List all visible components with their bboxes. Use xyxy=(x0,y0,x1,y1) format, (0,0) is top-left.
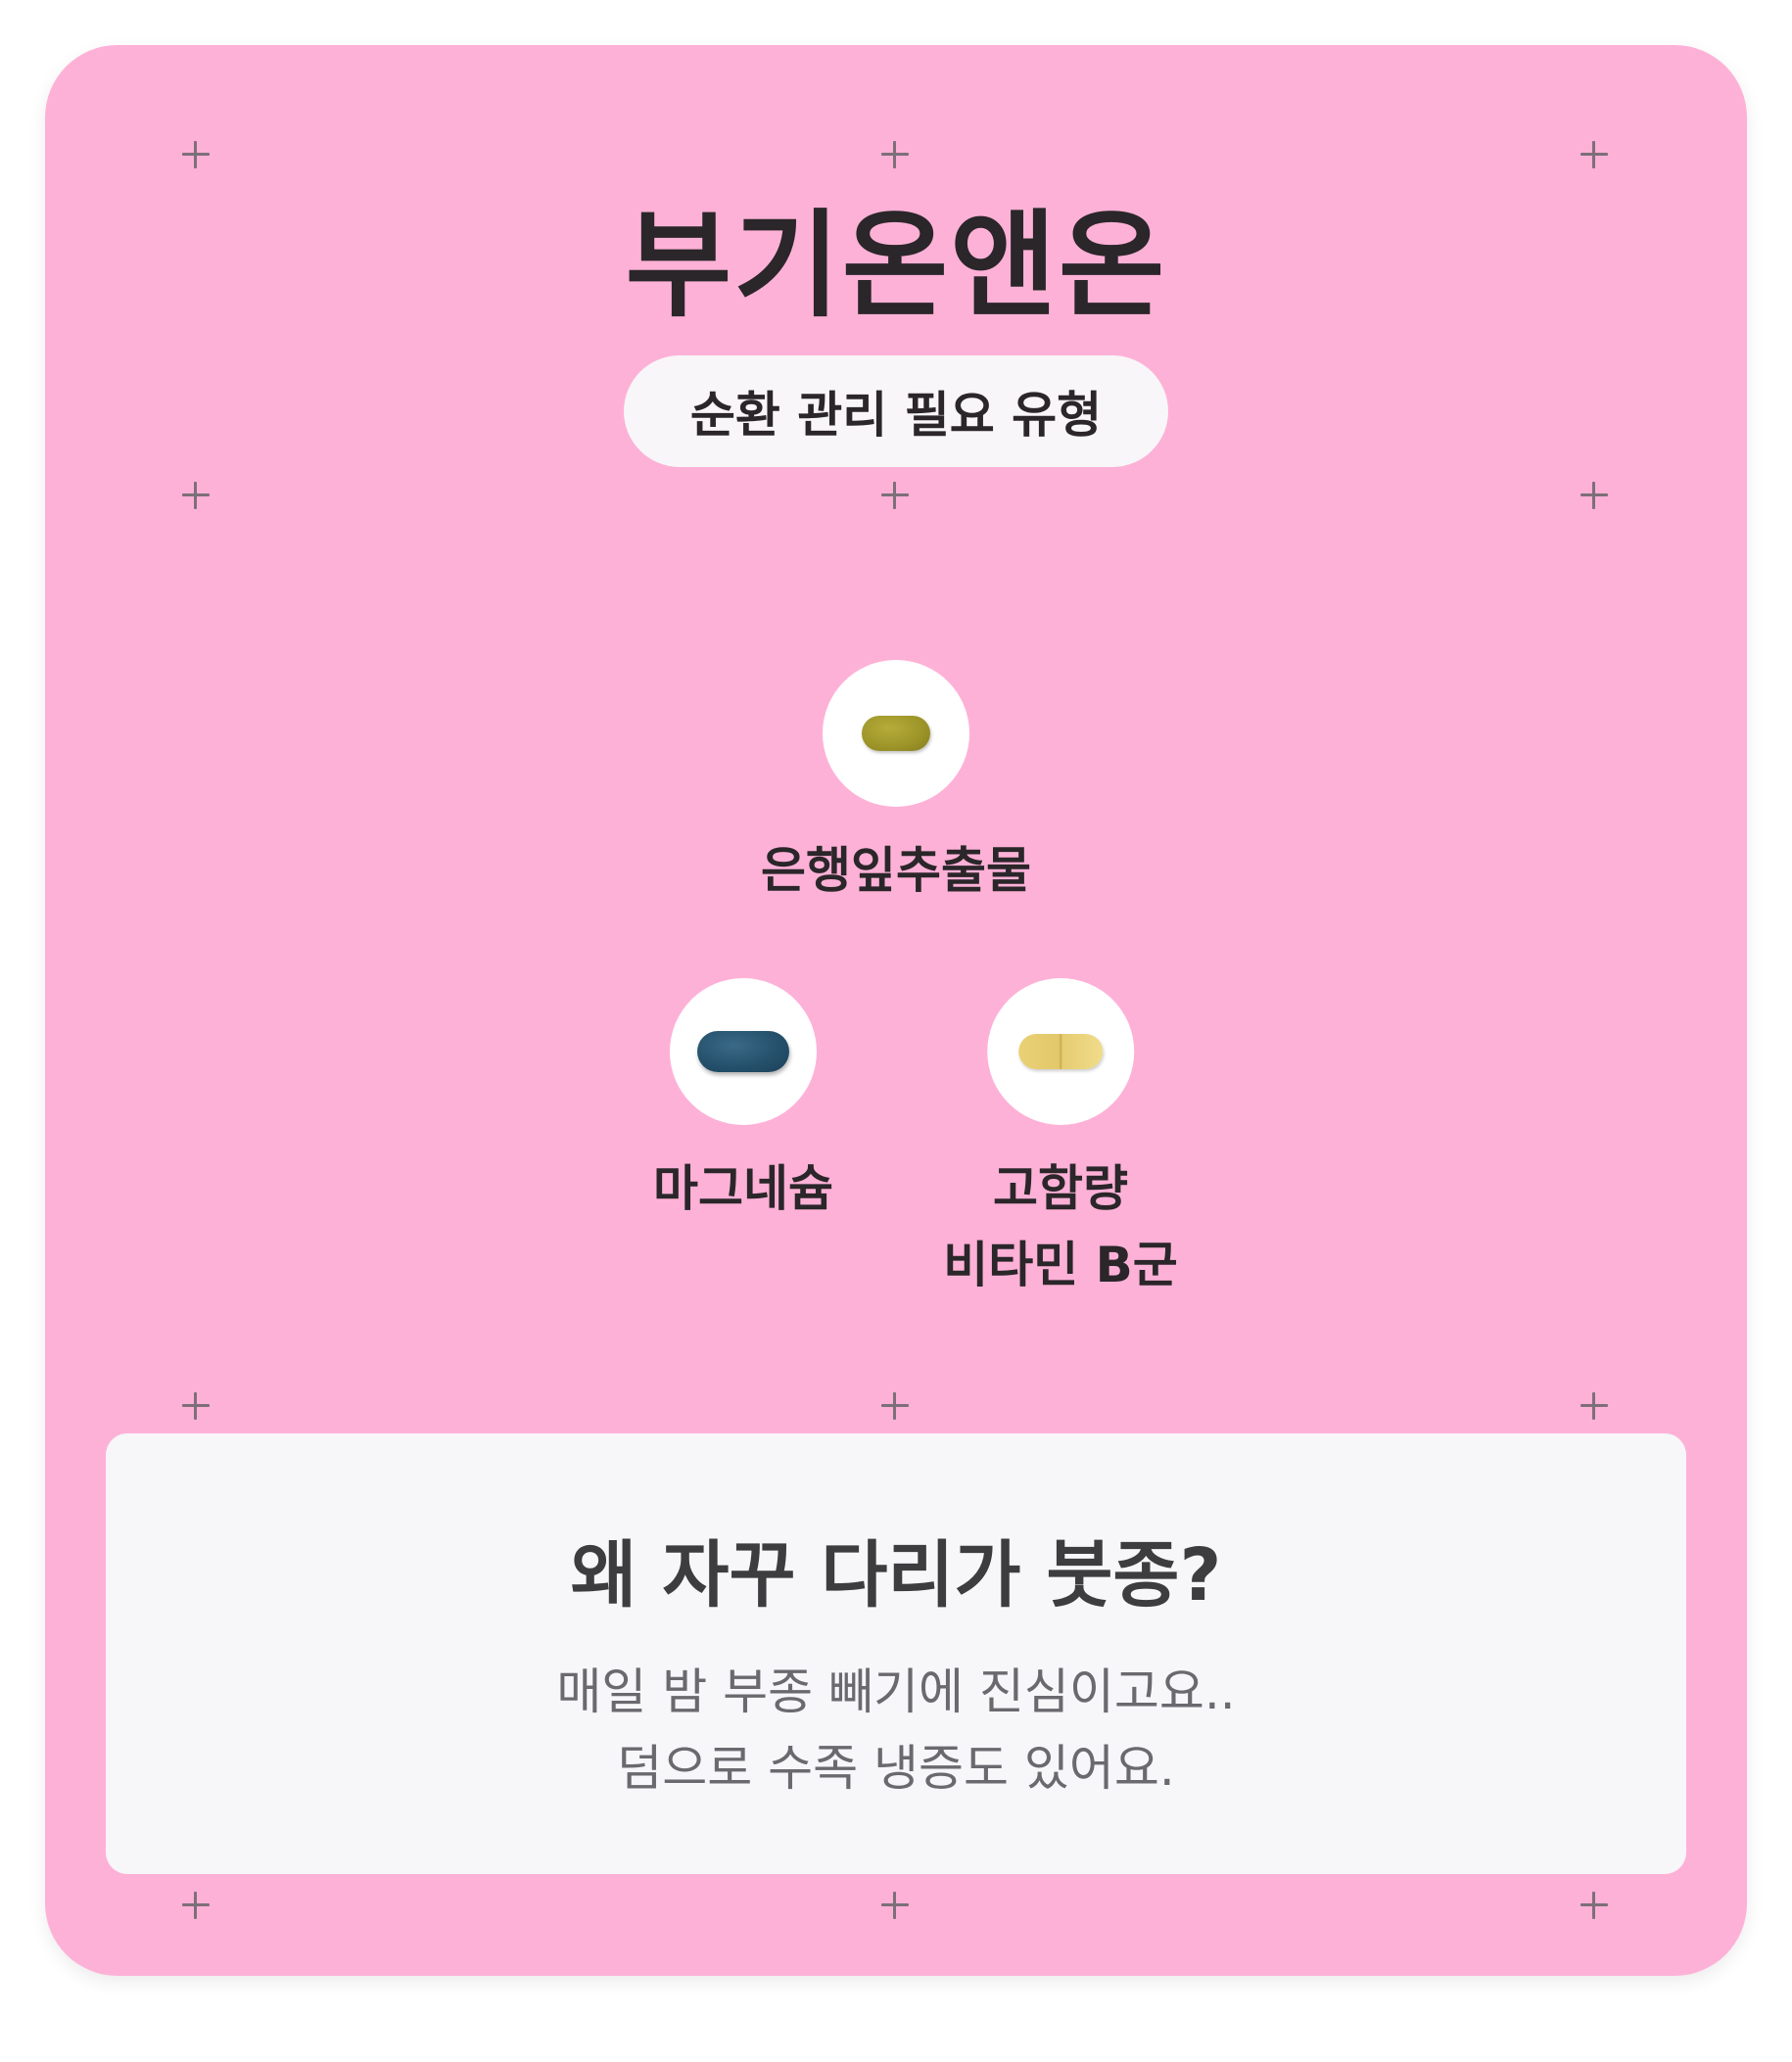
plus-marker-icon xyxy=(1580,1892,1608,1919)
plus-marker-icon xyxy=(182,141,210,168)
result-card: 부기온앤온 순환 관리 필요 유형 은행잎추출물 마그네슘 고함량 비타민 B군 xyxy=(45,45,1747,1976)
type-badge: 순환 관리 필요 유형 xyxy=(624,355,1168,467)
info-description-line2: 덤으로 수족 냉증도 있어요. xyxy=(617,1740,1175,1797)
info-heading: 왜 자꾸 다리가 붓종? xyxy=(570,1533,1222,1617)
blue-oval-pill-icon xyxy=(697,1031,789,1072)
pill-circle xyxy=(823,660,969,807)
ingredient-label: 고함량 비타민 B군 xyxy=(943,1150,1178,1303)
info-description-line1: 매일 밤 부종 빼기에 진심이고요.. xyxy=(556,1664,1236,1720)
olive-oval-pill-icon xyxy=(862,716,930,751)
ingredient-name-line2: 비타민 B군 xyxy=(943,1237,1178,1293)
ingredient-item-vitamin-b: 고함량 비타민 B군 xyxy=(943,978,1178,1303)
ingredient-item-magnesium: 마그네슘 xyxy=(653,978,833,1227)
plus-marker-icon xyxy=(881,482,909,509)
ingredient-name: 마그네슘 xyxy=(653,1160,833,1217)
page-title: 부기온앤온 xyxy=(625,198,1167,333)
plus-marker-icon xyxy=(881,1892,909,1919)
ingredient-name: 은행잎추출물 xyxy=(761,842,1031,899)
ingredient-name-line1: 고함량 xyxy=(993,1160,1128,1217)
ingredient-label: 마그네슘 xyxy=(653,1150,833,1227)
ingredient-item-ginkgo: 은행잎추출물 xyxy=(761,660,1031,909)
plus-marker-icon xyxy=(182,482,210,509)
plus-marker-icon xyxy=(1580,141,1608,168)
plus-marker-icon xyxy=(1580,1392,1608,1420)
plus-marker-icon xyxy=(182,1892,210,1919)
pill-circle xyxy=(987,978,1134,1125)
type-badge-label: 순환 관리 필요 유형 xyxy=(689,387,1103,444)
plus-marker-icon xyxy=(1580,482,1608,509)
ingredient-label: 은행잎추출물 xyxy=(761,832,1031,909)
pill-circle xyxy=(670,978,817,1125)
yellow-capsule-pill-icon xyxy=(1018,1034,1103,1069)
plus-marker-icon xyxy=(182,1392,210,1420)
info-panel: 왜 자꾸 다리가 붓종? 매일 밤 부종 빼기에 진심이고요.. 덤으로 수족 … xyxy=(106,1433,1686,1874)
info-description: 매일 밤 부종 빼기에 진심이고요.. 덤으로 수족 냉증도 있어요. xyxy=(106,1654,1686,1806)
plus-marker-icon xyxy=(881,141,909,168)
plus-marker-icon xyxy=(881,1392,909,1420)
